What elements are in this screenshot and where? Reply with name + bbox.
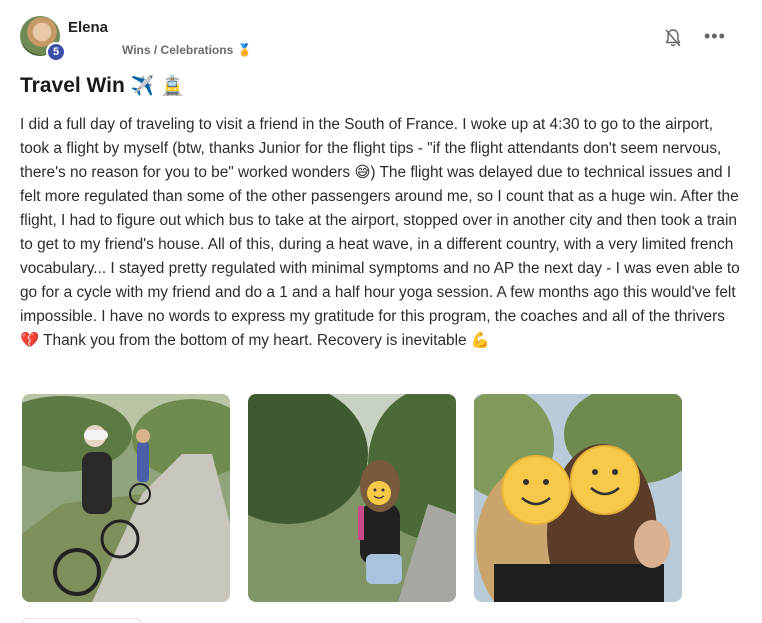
photo-gallery bbox=[22, 394, 682, 602]
photo-friends-selfie[interactable] bbox=[474, 394, 682, 602]
reactions-bar-stub bbox=[22, 618, 142, 623]
train-icon: 🚊 bbox=[160, 76, 185, 97]
post-category[interactable]: Wins / Celebrations 🏅 bbox=[122, 43, 252, 57]
bell-off-icon[interactable] bbox=[664, 28, 682, 48]
author-avatar-wrap[interactable]: 5 bbox=[20, 16, 66, 62]
more-dots-icon[interactable]: ••• bbox=[704, 27, 726, 45]
photo-cyclist-selfie[interactable] bbox=[248, 394, 456, 602]
medal-icon: 🏅 bbox=[237, 43, 253, 57]
level-badge: 5 bbox=[46, 42, 66, 62]
post-title-row: Travel Win ✈️ 🚊 bbox=[20, 74, 184, 98]
post-body: I did a full day of traveling to visit a… bbox=[20, 116, 740, 349]
airplane-icon: ✈️ bbox=[130, 76, 155, 97]
post-header: 5 Elena Wins / Celebrations 🏅 ••• bbox=[20, 16, 742, 62]
category-label[interactable]: Wins / Celebrations bbox=[122, 43, 233, 57]
author-name[interactable]: Elena bbox=[68, 19, 108, 36]
photo-cycling-road[interactable] bbox=[22, 394, 230, 602]
post-title: Travel Win bbox=[20, 74, 125, 97]
